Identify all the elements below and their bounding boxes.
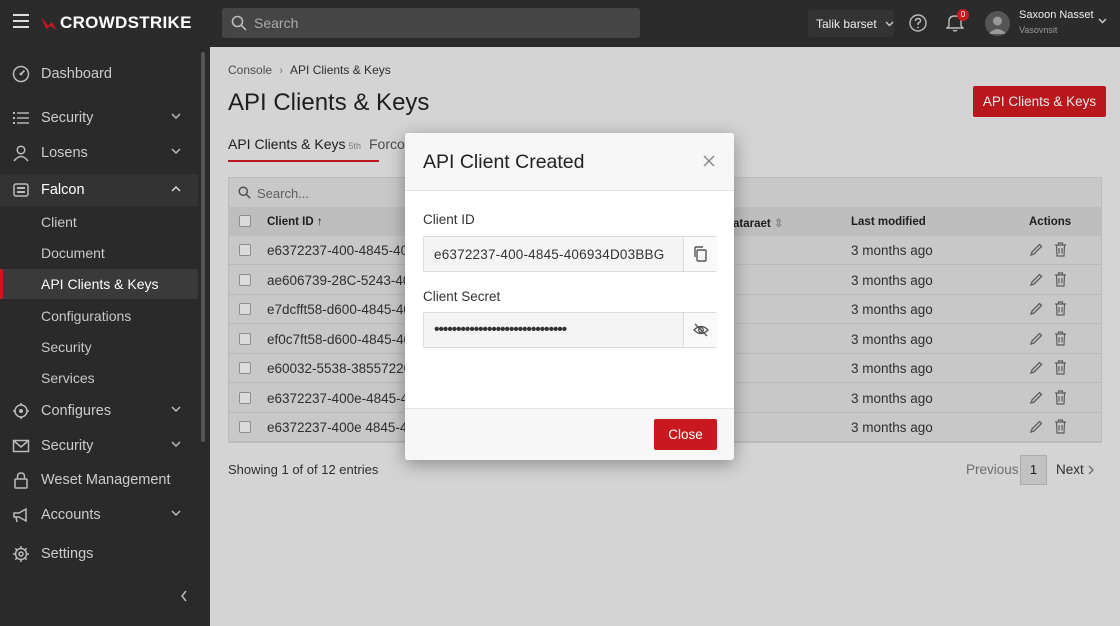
brand-logo[interactable]: CROWDSTRIKE (40, 12, 192, 34)
tenant-selector[interactable]: Talik barset (808, 10, 894, 37)
sidebar-item-security[interactable]: Security (0, 102, 198, 134)
client-id-value[interactable]: e6372237-400-4845-406934D03BBG (434, 247, 664, 262)
api-client-created-dialog: API Client Created Client ID e6372237-40… (405, 133, 734, 460)
eye-off-icon (693, 323, 709, 337)
lock-icon (14, 472, 28, 489)
dashboard-icon (12, 65, 30, 83)
list-icon (13, 112, 29, 124)
sidebar-subitem-configurations[interactable]: Configurations (0, 301, 198, 331)
sidebar-item-label: Settings (41, 546, 94, 562)
sidebar-item-dashboard[interactable]: Dashboard (0, 58, 198, 90)
chevron-down-icon (171, 406, 181, 413)
mail-icon (12, 439, 30, 453)
sidebar-subitem-label: Client (41, 214, 77, 230)
chevron-down-icon (171, 510, 181, 517)
copy-icon (694, 246, 707, 262)
global-search[interactable] (222, 8, 640, 38)
copy-button[interactable] (683, 237, 717, 271)
sidebar-scrollbar[interactable] (201, 52, 205, 442)
sidebar-item-accounts[interactable]: Accounts (0, 499, 198, 531)
user-org: Vasovnsit (1019, 25, 1058, 35)
chevron-down-icon (171, 148, 181, 155)
sidebar-subitem-document[interactable]: Document (0, 238, 198, 268)
sidebar-item-label: Accounts (41, 507, 101, 523)
sidebar-subitem-label: Security (41, 339, 92, 355)
notification-badge: 0 (957, 9, 969, 21)
toggle-visibility-button[interactable] (683, 313, 717, 347)
sidebar-item-security-2[interactable]: Security (0, 430, 198, 462)
sidebar-item-label: Dashboard (41, 66, 112, 82)
sidebar-subitem-label: API Clients & Keys (41, 276, 159, 292)
chevron-up-icon (171, 185, 181, 192)
sidebar-subitem-label: Services (41, 370, 95, 386)
sidebar-subitem-services[interactable]: Services (0, 363, 198, 393)
settings-icon (13, 546, 29, 562)
sidebar-item-label: Configures (41, 403, 112, 419)
client-id-field[interactable]: e6372237-400-4845-406934D03BBG (423, 236, 717, 272)
dialog-title: API Client Created (423, 151, 585, 173)
sidebar-item-label: Security (41, 438, 94, 454)
client-id-label: Client ID (423, 212, 475, 227)
gear-badge-icon (13, 403, 29, 419)
chevron-down-icon[interactable] (1098, 18, 1107, 24)
sidebar-subitem-api-clients-keys[interactable]: API Clients & Keys (0, 269, 198, 299)
sidebar-item-weset-management[interactable]: Weset Management (0, 464, 198, 496)
top-bar: CROWDSTRIKE Talik barset 0 Saxoon Nasset… (0, 0, 1120, 47)
client-secret-label: Client Secret (423, 289, 501, 304)
close-icon[interactable] (703, 155, 715, 167)
sidebar-item-losens[interactable]: Losens (0, 137, 198, 169)
dialog-footer: Close (405, 408, 734, 460)
global-search-input[interactable] (254, 8, 624, 38)
chevron-down-icon (171, 113, 181, 120)
close-button[interactable]: Close (654, 419, 717, 450)
sidebar-subitem-client[interactable]: Client (0, 207, 198, 237)
user-icon (13, 145, 29, 162)
sidebar-item-label: Weset Management (41, 472, 171, 488)
sidebar-item-label: Falcon (41, 182, 85, 198)
sidebar-subitem-label: Configurations (41, 308, 132, 324)
falcon-icon (13, 183, 29, 197)
sidebar-item-label: Security (41, 110, 94, 126)
help-icon[interactable] (908, 13, 928, 33)
sidebar-item-label: Losens (41, 145, 88, 161)
sidebar: Dashboard Security Losens Falcon Client … (0, 47, 210, 626)
brand-name: CROWDSTRIKE (60, 13, 192, 32)
tenant-label: Talik barset (816, 16, 877, 31)
sidebar-subitem-label: Document (41, 245, 105, 261)
sidebar-item-falcon[interactable]: Falcon (0, 174, 198, 206)
megaphone-icon (13, 507, 27, 523)
chevron-left-icon[interactable] (180, 590, 188, 602)
chevron-down-icon (171, 441, 181, 448)
client-secret-field[interactable]: •••••••••••••••••••••••••••••• (423, 312, 717, 348)
menu-icon[interactable] (13, 14, 29, 28)
sidebar-item-settings[interactable]: Settings (0, 538, 198, 570)
sidebar-subitem-security[interactable]: Security (0, 332, 198, 362)
falcon-logo-icon (40, 16, 58, 31)
client-secret-value[interactable]: •••••••••••••••••••••••••••••• (434, 321, 567, 339)
user-name[interactable]: Saxoon Nasset (1019, 9, 1094, 21)
sidebar-item-configures[interactable]: Configures (0, 395, 198, 427)
dialog-header: API Client Created (405, 133, 734, 191)
avatar[interactable] (985, 11, 1010, 36)
search-icon (231, 15, 247, 31)
chevron-down-icon (885, 21, 894, 26)
user-avatar-icon (988, 16, 1007, 34)
